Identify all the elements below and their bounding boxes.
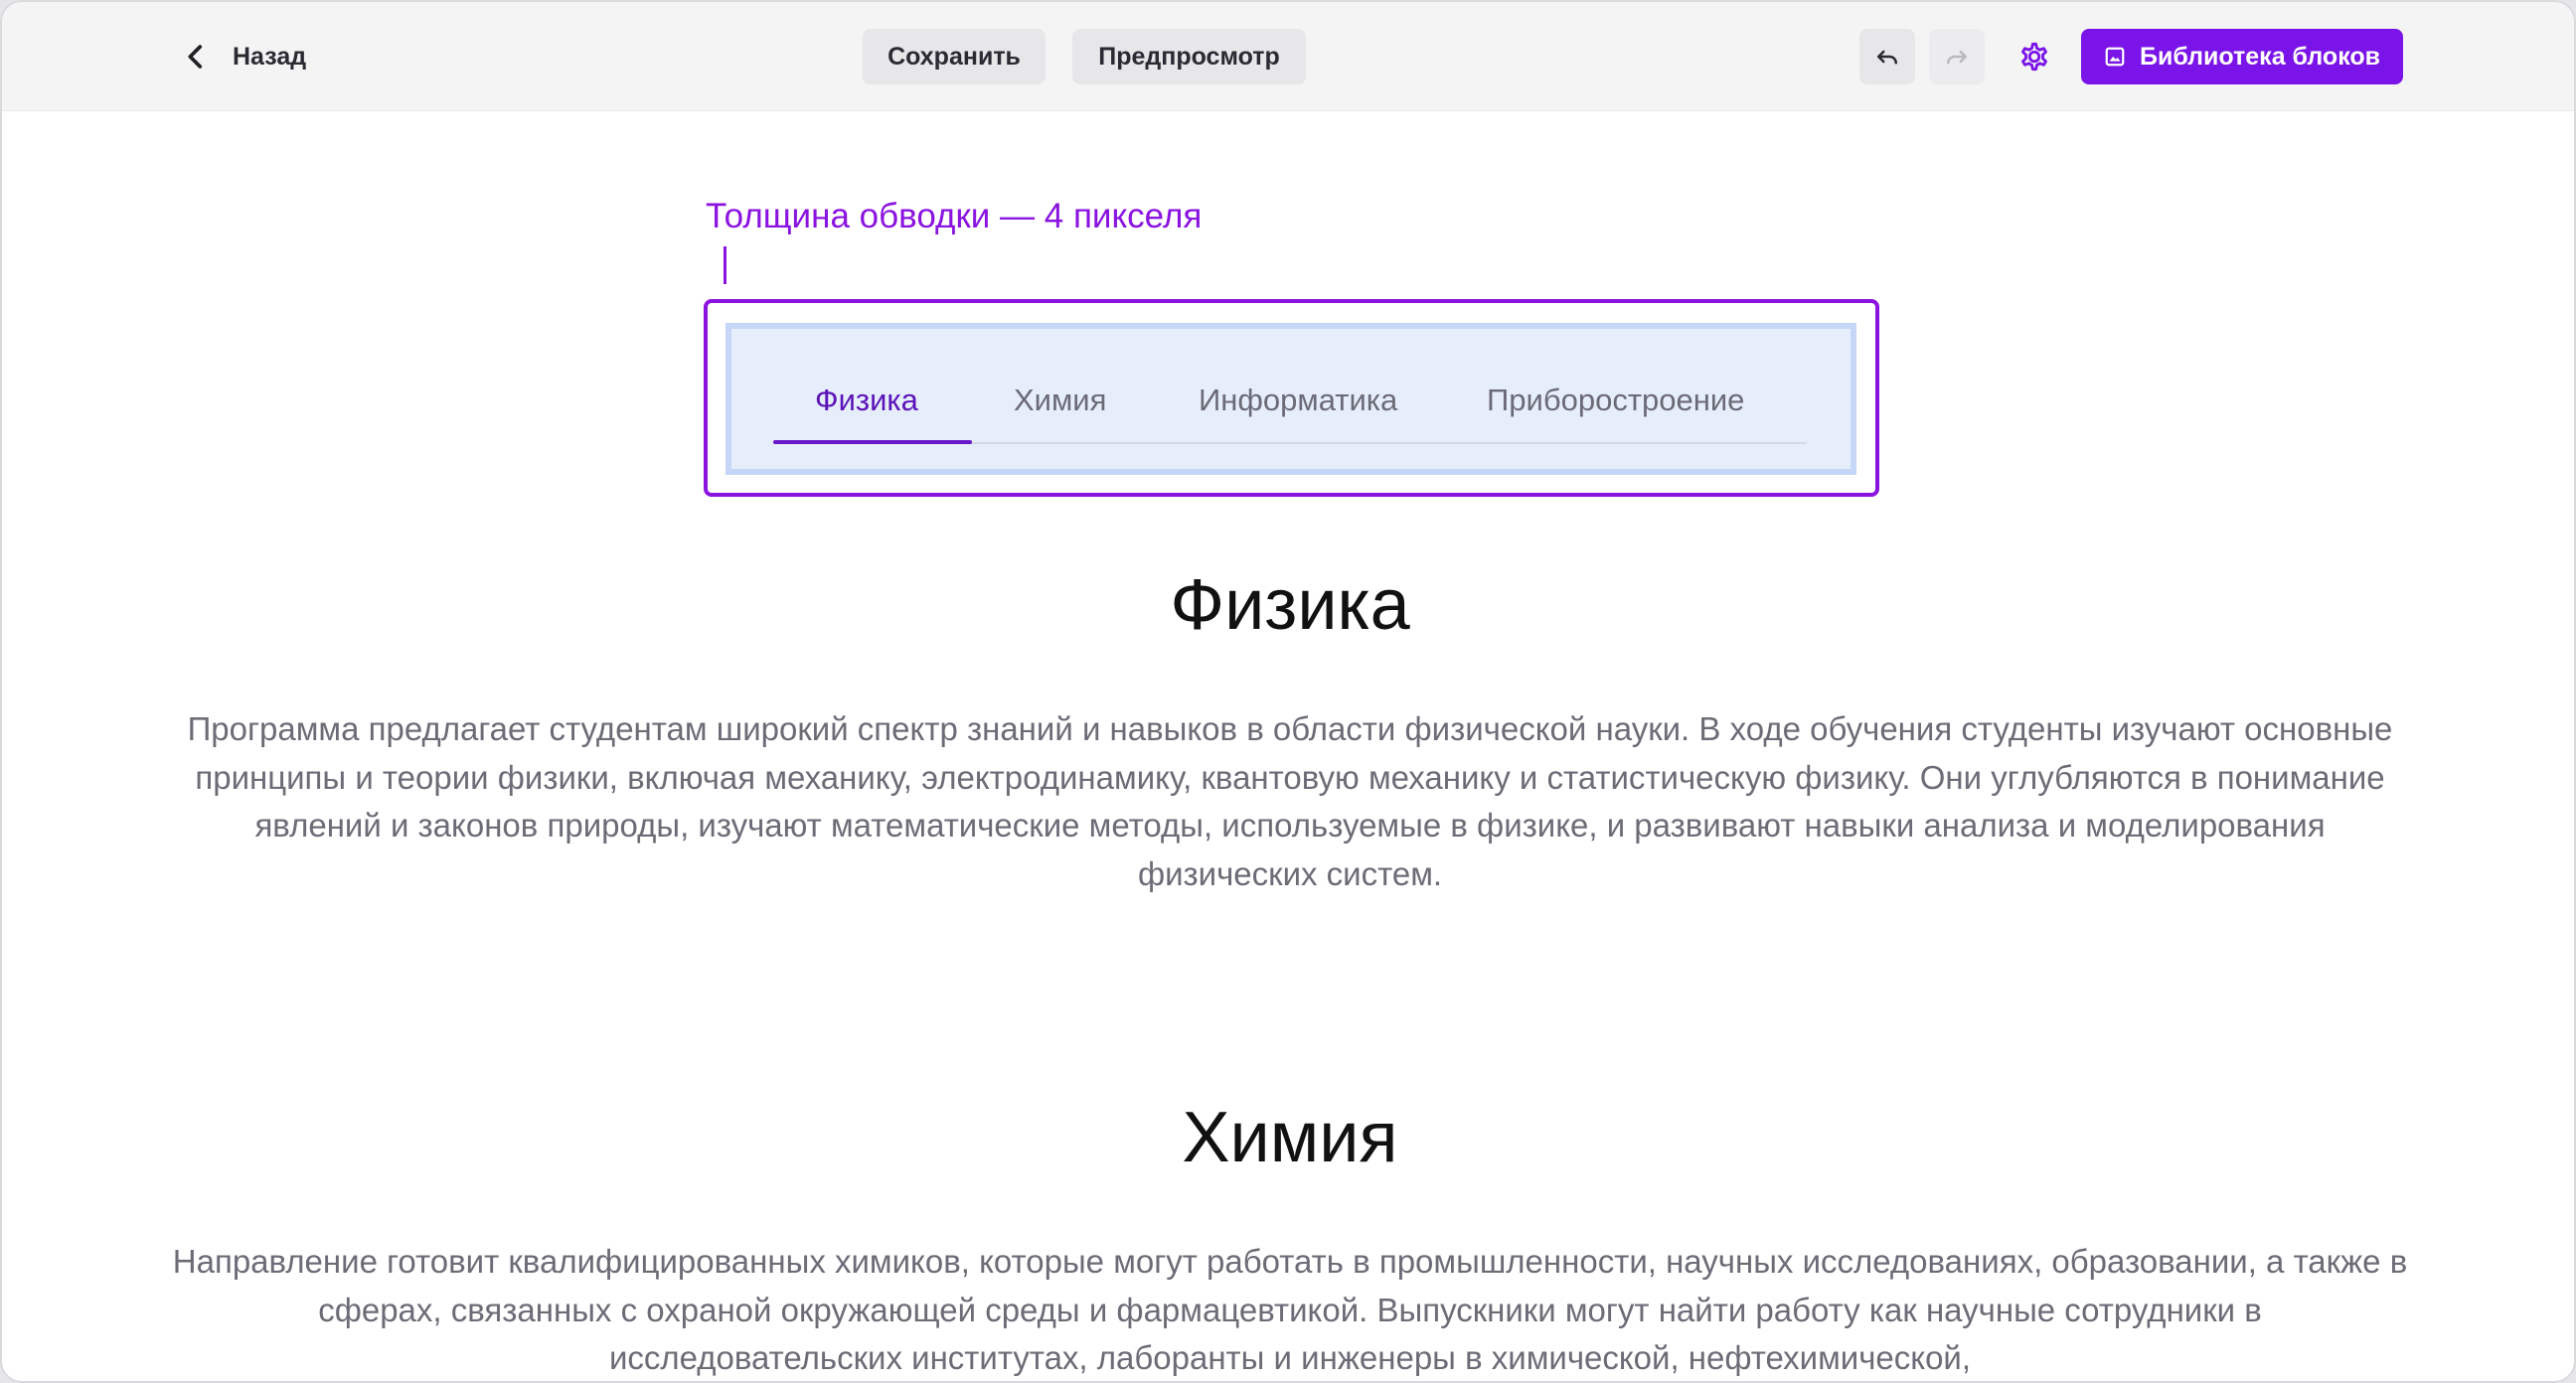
block-library-label: Библиотека блоков (2139, 42, 2381, 71)
active-tab-indicator (773, 440, 972, 444)
stroke-width-annotation: Толщина обводки — 4 пикселя (706, 197, 1203, 235)
block-library-button[interactable]: Библиотека блоков (2081, 29, 2403, 84)
annotation-pointer (724, 246, 726, 284)
save-button[interactable]: Сохранить (863, 29, 1046, 84)
tab-chemistry[interactable]: Химия (1014, 383, 1106, 418)
preview-button[interactable]: Предпросмотр (1072, 29, 1306, 84)
settings-button[interactable] (2010, 32, 2059, 81)
redo-icon (1947, 50, 1967, 65)
section-title-chemistry: Химия (1182, 1098, 1398, 1177)
section-text-physics: Программа предлагает студентам широкий с… (187, 710, 2393, 892)
section-text-chemistry: Направление готовит квалифицированных хи… (172, 1243, 2408, 1376)
back-button[interactable]: Назад (179, 32, 306, 81)
editor-window: Назад Сохранить Предпросмотр Библиотека … (0, 0, 2576, 1383)
section-title-physics: Физика (1170, 565, 1410, 645)
back-label: Назад (233, 42, 307, 71)
tab-physics[interactable]: Физика (815, 383, 918, 418)
undo-icon (1877, 50, 1897, 65)
tabs-block[interactable]: Физика Химия Информатика Приборостроение (725, 323, 1856, 475)
undo-button[interactable] (1859, 29, 1915, 84)
image-icon (2105, 47, 2125, 67)
gear-icon (2021, 42, 2047, 72)
redo-button[interactable] (1929, 29, 1985, 84)
toolbar: Назад Сохранить Предпросмотр Библиотека … (2, 2, 2574, 111)
tab-informatics[interactable]: Информатика (1199, 383, 1397, 418)
tab-instrument-making[interactable]: Приборостроение (1487, 383, 1744, 418)
chevron-left-icon (188, 45, 203, 69)
